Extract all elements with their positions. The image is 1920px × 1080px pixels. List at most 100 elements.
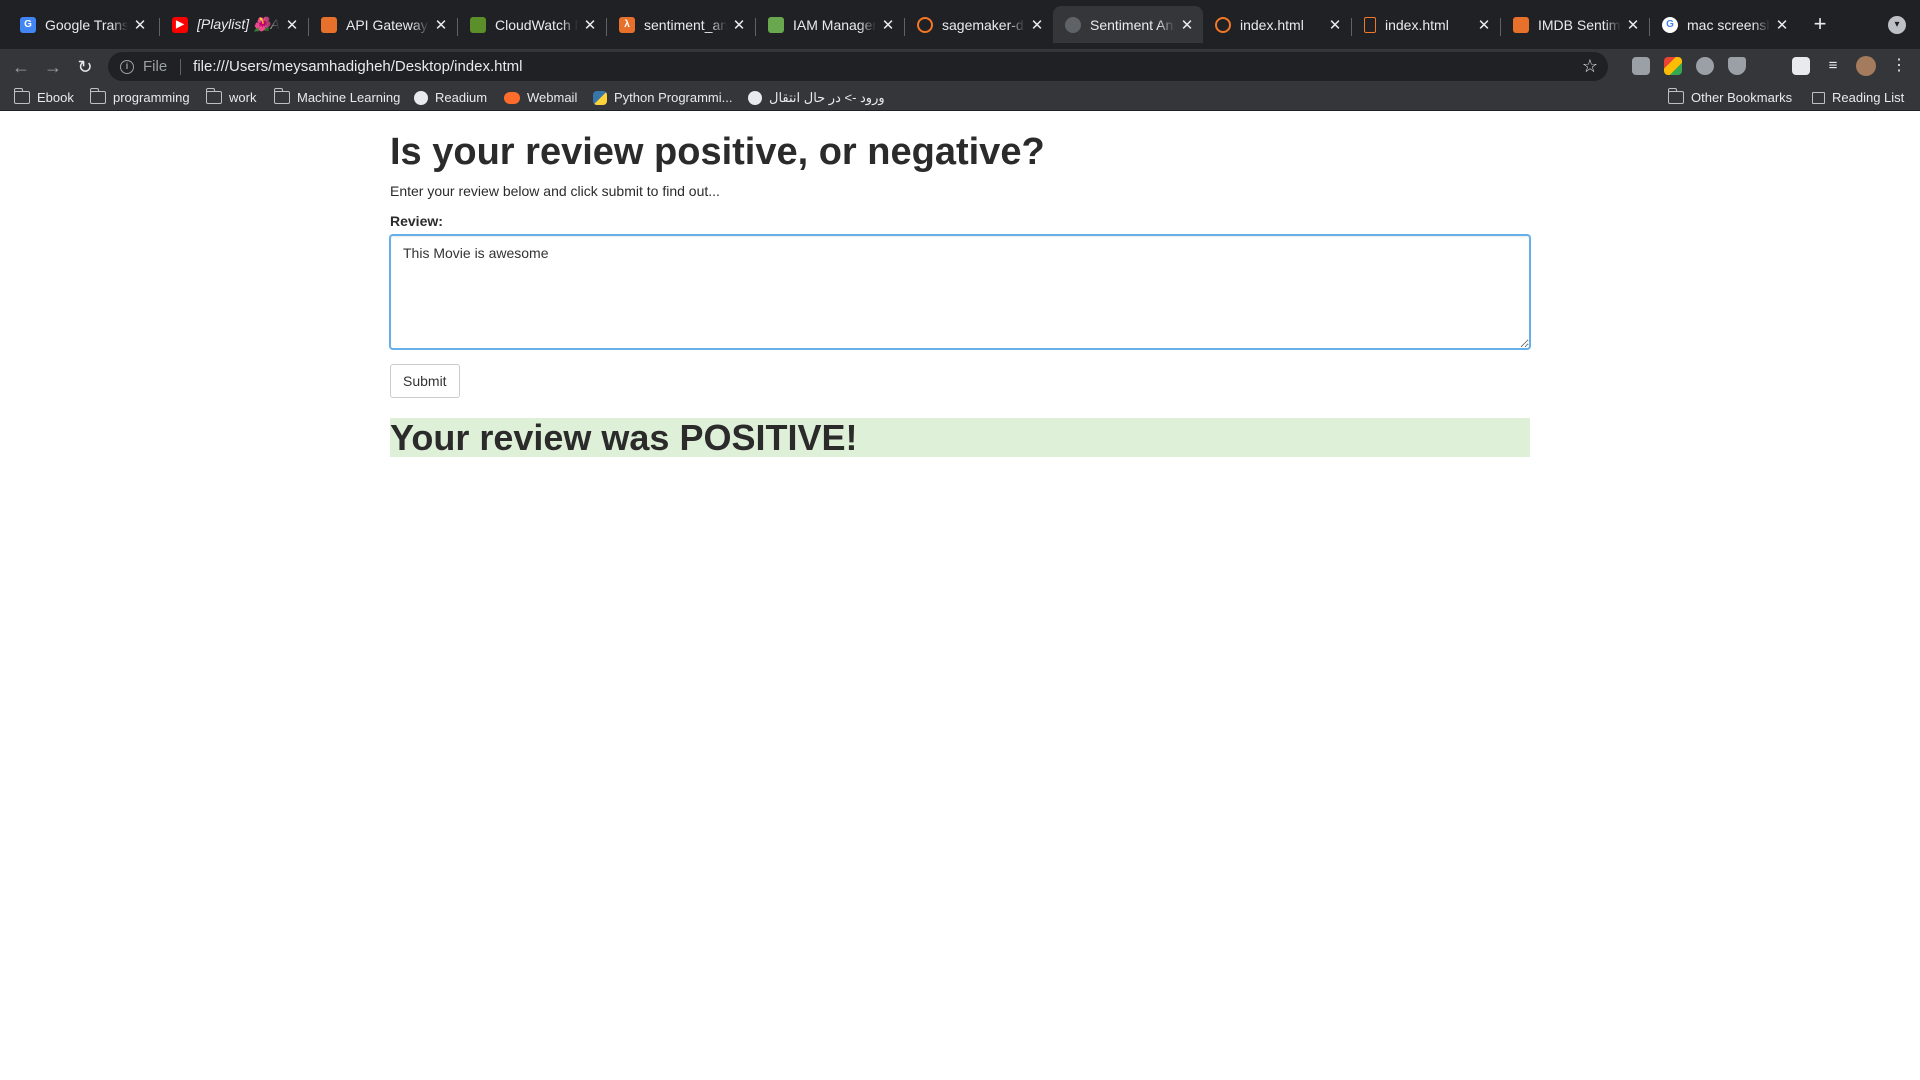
bookmark-readium[interactable]: Readium bbox=[414, 84, 487, 111]
iam-icon bbox=[768, 16, 784, 33]
tab-index-html-file[interactable]: index.html ✕ bbox=[1352, 9, 1500, 40]
bookmark-python-programming[interactable]: Python Programmi... bbox=[593, 84, 733, 111]
jupyter-icon bbox=[917, 16, 933, 33]
tab-imdb-sentiment[interactable]: IMDB Sentimen ✕ bbox=[1501, 9, 1649, 40]
tab-api-gateway[interactable]: API Gateway ✕ bbox=[309, 9, 457, 40]
bookmark-star-icon[interactable]: ☆ bbox=[1582, 56, 1598, 77]
tab-strip: G Google Transla ✕ ▶ [Playlist] 🌺Al ✕ AP… bbox=[0, 0, 1920, 49]
tab-sagemaker[interactable]: sagemaker-de ✕ bbox=[905, 9, 1053, 40]
avatar[interactable] bbox=[1856, 56, 1876, 76]
reload-icon[interactable]: ↻ bbox=[74, 56, 96, 78]
page-content: Is your review positive, or negative? En… bbox=[0, 111, 1920, 1080]
bookmark-work[interactable]: work bbox=[205, 84, 257, 111]
globe-icon bbox=[1065, 16, 1081, 33]
tab-title: IMDB Sentimen bbox=[1538, 16, 1621, 33]
folder-icon bbox=[1667, 88, 1684, 104]
bookmark-label: work bbox=[229, 90, 257, 105]
reading-list-icon bbox=[1812, 91, 1825, 104]
tab-title: CloudWatch M bbox=[495, 16, 578, 33]
tab-cloudwatch[interactable]: CloudWatch M ✕ bbox=[458, 9, 606, 40]
google-translate-icon: G bbox=[20, 16, 36, 33]
bookmark-other-bookmarks[interactable]: Other Bookmarks bbox=[1667, 84, 1792, 111]
tab-sentiment-lambda[interactable]: λ sentiment_ana ✕ bbox=[607, 9, 755, 40]
tab-mac-screenshot[interactable]: G mac screensho ✕ bbox=[1650, 9, 1798, 40]
bookmark-login-redirect[interactable]: ورود -> در حال انتقال bbox=[748, 84, 885, 111]
close-icon[interactable]: ✕ bbox=[1179, 16, 1195, 34]
result-banner: Your review was POSITIVE! bbox=[390, 418, 1530, 458]
media-queue-icon[interactable]: ≡ bbox=[1824, 57, 1842, 75]
close-icon[interactable]: ✕ bbox=[284, 16, 300, 34]
tab-title: mac screensho bbox=[1687, 16, 1770, 33]
extension-cloud-icon[interactable] bbox=[1696, 57, 1714, 75]
tab-iam-management[interactable]: IAM Managem ✕ bbox=[756, 9, 904, 40]
close-icon[interactable]: ✕ bbox=[1774, 16, 1790, 34]
address-bar[interactable]: i File file:///Users/meysamhadigheh/Desk… bbox=[108, 52, 1608, 81]
reading-list[interactable]: Reading List bbox=[1812, 84, 1904, 111]
bookmark-label: programming bbox=[113, 90, 190, 105]
extension-icon[interactable] bbox=[1632, 57, 1650, 75]
file-icon bbox=[1364, 16, 1376, 33]
review-input[interactable]: This Movie is awesome bbox=[390, 235, 1530, 349]
bookmark-label: Machine Learning bbox=[297, 90, 401, 105]
tab-index-html[interactable]: index.html ✕ bbox=[1203, 9, 1351, 40]
folder-icon bbox=[205, 88, 222, 104]
globe-icon bbox=[748, 90, 762, 105]
folder-icon bbox=[89, 88, 106, 104]
close-icon[interactable]: ✕ bbox=[1625, 16, 1641, 34]
tab-sentiment-analysis[interactable]: Sentiment Ana ✕ bbox=[1053, 6, 1203, 43]
back-icon[interactable]: ← bbox=[10, 56, 32, 78]
cloudwatch-icon bbox=[470, 16, 486, 33]
bookmark-label: Readium bbox=[435, 90, 488, 105]
tab-title: IAM Managem bbox=[793, 16, 876, 33]
shield-icon[interactable] bbox=[1728, 57, 1746, 75]
aws-lambda-icon: λ bbox=[619, 16, 635, 33]
book-icon bbox=[1513, 16, 1529, 33]
browser-chrome: G Google Transla ✕ ▶ [Playlist] 🌺Al ✕ AP… bbox=[0, 0, 1920, 111]
tab-title: Google Transla bbox=[45, 16, 128, 33]
tab-title: Sentiment Ana bbox=[1090, 16, 1175, 33]
tab-title: sentiment_ana bbox=[644, 16, 727, 33]
main-container: Is your review positive, or negative? En… bbox=[390, 111, 1530, 458]
new-tab-icon[interactable]: + bbox=[1808, 13, 1832, 37]
close-icon[interactable]: ✕ bbox=[582, 16, 598, 34]
bookmarks-bar: Ebook programming work Machine Learning … bbox=[0, 84, 1920, 111]
close-icon[interactable]: ✕ bbox=[132, 16, 148, 34]
globe-icon bbox=[414, 90, 428, 105]
puzzle-extensions-icon[interactable] bbox=[1792, 57, 1810, 75]
bookmark-machine-learning[interactable]: Machine Learning bbox=[273, 84, 401, 111]
folder-icon bbox=[273, 88, 290, 104]
tab-google-translate[interactable]: G Google Transla ✕ bbox=[8, 9, 156, 40]
bookmark-label: ورود -> در حال انتقال bbox=[769, 89, 885, 105]
bookmark-webmail[interactable]: Webmail bbox=[504, 84, 577, 111]
tab-youtube-playlist[interactable]: ▶ [Playlist] 🌺Al ✕ bbox=[160, 9, 308, 40]
info-icon[interactable]: i bbox=[120, 59, 134, 74]
youtube-icon: ▶ bbox=[172, 16, 188, 33]
tab-title: API Gateway bbox=[346, 16, 428, 33]
submit-button[interactable]: Submit bbox=[390, 364, 460, 398]
close-icon[interactable]: ✕ bbox=[1476, 16, 1492, 34]
extension-colorful-icon[interactable] bbox=[1664, 57, 1682, 75]
close-icon[interactable]: ✕ bbox=[1327, 16, 1343, 34]
jupyter-icon bbox=[1215, 16, 1231, 33]
close-icon[interactable]: ✕ bbox=[433, 16, 449, 34]
python-icon bbox=[593, 90, 607, 105]
menu-kebab-icon[interactable]: ⋮ bbox=[1890, 57, 1908, 75]
review-label: Review: bbox=[390, 213, 443, 229]
bookmark-programming[interactable]: programming bbox=[89, 84, 190, 111]
bookmark-ebook[interactable]: Ebook bbox=[13, 84, 74, 111]
reading-list-label: Reading List bbox=[1832, 90, 1905, 105]
bookmark-label: Webmail bbox=[527, 90, 578, 105]
address-scheme: File bbox=[143, 58, 182, 75]
cpanel-icon bbox=[504, 91, 520, 104]
google-icon: G bbox=[1662, 16, 1678, 33]
bookmark-label: Python Programmi... bbox=[614, 90, 733, 105]
tab-search-icon[interactable]: ▾ bbox=[1888, 16, 1906, 34]
tab-title: sagemaker-de bbox=[942, 16, 1025, 33]
close-icon[interactable]: ✕ bbox=[1029, 16, 1045, 34]
address-url[interactable]: file:///Users/meysamhadigheh/Desktop/ind… bbox=[193, 58, 522, 75]
tab-title: index.html bbox=[1240, 16, 1304, 33]
close-icon[interactable]: ✕ bbox=[880, 16, 896, 34]
close-icon[interactable]: ✕ bbox=[731, 16, 747, 34]
folder-icon bbox=[13, 88, 30, 104]
forward-icon[interactable]: → bbox=[42, 56, 64, 78]
